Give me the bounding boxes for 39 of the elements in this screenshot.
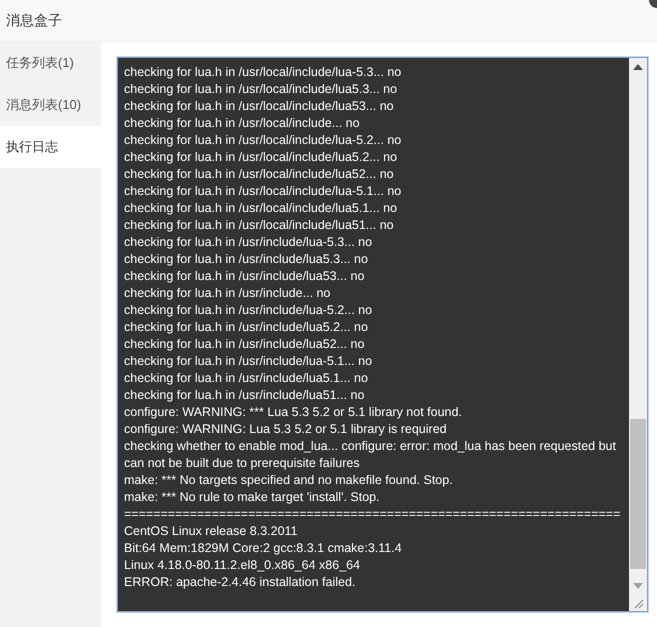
log-line: checking for lua.h in /usr/local/include... no — [124, 115, 361, 132]
log-line: checking for lua.h in /usr/include/lua51... no — [124, 387, 366, 404]
log-line: checking for lua.h in /usr/local/include/lua51... no — [124, 217, 395, 234]
log-line: configure: WARNING: Lua 5.3 5.2 or 5.1 library is required — [124, 421, 448, 438]
log-line: checking for lua.h in /usr/local/include/lua-5.1... no — [124, 183, 402, 200]
log-line: checking for lua.h in /usr/include/lua-5.3... no — [124, 234, 374, 251]
log-line: CentOS Linux release 8.3.2011 — [124, 523, 298, 540]
log-line: checking for lua.h in /usr/local/include/lua-5.2... no — [124, 132, 402, 149]
log-line: ==================================================================== — [124, 506, 622, 523]
log-line: checking for lua.h in /usr/local/include/lua52... no — [124, 166, 395, 183]
log-line: checking for lua.h in /usr/local/include/lua5.3... no — [124, 81, 398, 98]
log-line: make: *** No targets specified and no makefile found. Stop. — [124, 472, 454, 489]
window-title: 消息盒子 — [6, 12, 62, 30]
log-line: checking for lua.h in /usr/include/lua52... no — [124, 336, 366, 353]
scroll-up-icon[interactable] — [633, 64, 643, 70]
log-line: checking for lua.h in /usr/local/include/lua5.1... no — [124, 200, 398, 217]
log-line: make: *** No rule to make target 'install'. Stop. — [124, 489, 381, 506]
log-line: checking for lua.h in /usr/local/include/lua53... no — [124, 98, 395, 115]
scrollbar-thumb[interactable] — [630, 419, 646, 569]
log-line: checking for lua.h in /usr/include... no — [124, 285, 332, 302]
log-line: checking for lua.h in /usr/local/include/lua5.2... no — [124, 149, 398, 166]
log-line: checking for lua.h in /usr/include/lua5.3... no — [124, 251, 369, 268]
sidebar-item[interactable]: 执行日志 — [0, 126, 101, 168]
scrollbar[interactable] — [629, 58, 647, 611]
log-line: Linux 4.18.0-80.11.2.el8_0.x86_64 x86_64 — [124, 557, 362, 574]
log-line: checking for lua.h in /usr/include/lua5.1... no — [124, 370, 369, 387]
scroll-down-icon[interactable] — [633, 583, 643, 589]
log-line: checking for lua.h in /usr/include/lua53... no — [124, 268, 366, 285]
log-line: checking for lua.h in /usr/include/lua-5.1... no — [124, 353, 374, 370]
log-line: checking for lua.h in /usr/local/include/lua-5.3... no — [124, 64, 402, 81]
log-line: ERROR: apache-2.4.46 installation failed. — [124, 574, 356, 591]
sidebar-item[interactable]: 消息列表(10) — [0, 84, 101, 126]
log-textarea[interactable] — [117, 57, 648, 612]
log-line: checking for lua.h in /usr/include/lua5.2... no — [124, 319, 369, 336]
log-line: Bit:64 Mem:1829M Core:2 gcc:8.3.1 cmake:3.11.4 — [124, 540, 403, 557]
log-line: configure: WARNING: *** Lua 5.3 5.2 or 5.1 library not found. — [124, 404, 463, 421]
resize-grip-icon[interactable] — [632, 597, 644, 609]
sidebar-item[interactable]: 任务列表(1) — [0, 42, 101, 84]
log-line: checking for lua.h in /usr/include/lua-5.2... no — [124, 302, 374, 319]
